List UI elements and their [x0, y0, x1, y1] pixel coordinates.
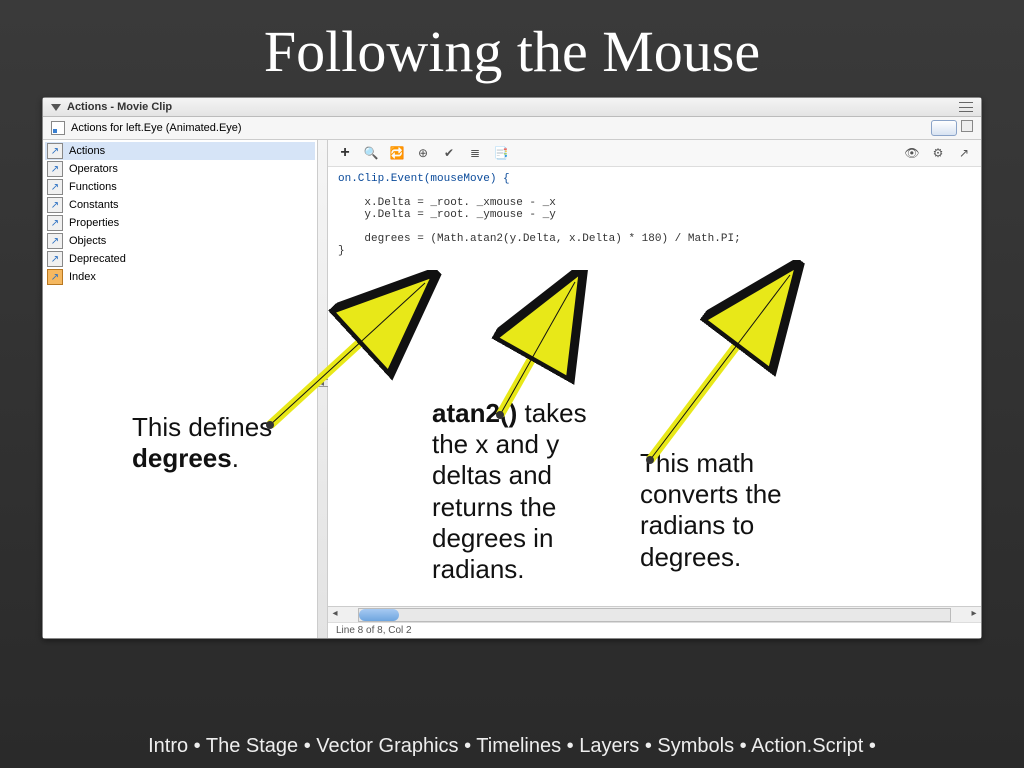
script-toolbar: + 🔍 🔁 ⊕ ✔ ≣ 📑 👁 ⚙ ↗ [328, 140, 981, 167]
book-icon: ↗ [47, 233, 63, 249]
annotation-convert: This math converts the radians to degree… [640, 448, 830, 573]
insert-target-icon[interactable]: ⊕ [414, 144, 432, 162]
status-bar: Line 8 of 8, Col 2 [328, 622, 981, 638]
annotation-defines-degrees: This defines degrees. [132, 412, 302, 474]
book-icon: ↗ [47, 161, 63, 177]
category-label: Objects [69, 235, 106, 247]
reference-icon[interactable]: 📑 [492, 144, 510, 162]
pin-script-icon[interactable] [961, 120, 973, 132]
category-operators[interactable]: ↗ Operators [45, 160, 315, 178]
category-label: Index [69, 271, 96, 283]
actions-toolbox: ↗ Actions ↗ Operators ↗ Functions ↗ Cons… [43, 140, 328, 638]
index-icon: ↗ [47, 269, 63, 285]
annotation-atan2: atan2() takes the x and y deltas and ret… [432, 398, 602, 585]
add-action-button[interactable]: + [336, 144, 354, 162]
slide-title: Following the Mouse [0, 0, 1024, 97]
category-index[interactable]: ↗ Index [45, 268, 315, 286]
book-icon: ↗ [47, 251, 63, 267]
category-label: Functions [69, 181, 117, 193]
view-options-icon[interactable]: 👁 [903, 144, 921, 162]
code-line: } [338, 245, 345, 257]
category-properties[interactable]: ↗ Properties [45, 214, 315, 232]
debug-options-icon[interactable]: ⚙ [929, 144, 947, 162]
category-label: Operators [69, 163, 118, 175]
code-line: on.Clip.Event(mouseMove) { [338, 173, 510, 185]
code-line: y.Delta = _root. _ymouse - _y [338, 209, 556, 221]
panel-menu-icon[interactable] [959, 102, 973, 112]
replace-icon[interactable]: 🔁 [388, 144, 406, 162]
target-dropdown[interactable] [931, 120, 957, 136]
expert-mode-icon[interactable]: ↗ [955, 144, 973, 162]
code-line: x.Delta = _root. _xmouse - _x [338, 197, 556, 209]
panel-title: Actions - Movie Clip [67, 101, 172, 113]
category-label: Deprecated [69, 253, 126, 265]
footer-breadcrumb: Intro • The Stage • Vector Graphics • Ti… [0, 735, 1024, 758]
panel-splitter[interactable]: ◂ [317, 140, 327, 638]
book-icon: ↗ [47, 179, 63, 195]
category-objects[interactable]: ↗ Objects [45, 232, 315, 250]
category-deprecated[interactable]: ↗ Deprecated [45, 250, 315, 268]
scroll-right-icon[interactable]: ▸ [967, 608, 981, 622]
check-syntax-icon[interactable]: ✔ [440, 144, 458, 162]
category-functions[interactable]: ↗ Functions [45, 178, 315, 196]
horizontal-scrollbar[interactable]: ◂ ▸ [328, 606, 981, 622]
category-label: Actions [69, 145, 105, 157]
script-doc-icon [51, 121, 65, 135]
scroll-thumb[interactable] [359, 609, 399, 621]
scroll-left-icon[interactable]: ◂ [328, 608, 342, 622]
category-label: Properties [69, 217, 119, 229]
auto-format-icon[interactable]: ≣ [466, 144, 484, 162]
panel-subheader-bar: Actions for left.Eye (Animated.Eye) [43, 117, 981, 140]
book-icon: ↗ [47, 197, 63, 213]
collapse-triangle-icon[interactable] [51, 104, 61, 111]
code-line: degrees = (Math.atan2(y.Delta, x.Delta) … [338, 233, 741, 245]
category-actions[interactable]: ↗ Actions [45, 142, 315, 160]
category-list: ↗ Actions ↗ Operators ↗ Functions ↗ Cons… [43, 140, 317, 638]
book-icon: ↗ [47, 143, 63, 159]
book-icon: ↗ [47, 215, 63, 231]
category-constants[interactable]: ↗ Constants [45, 196, 315, 214]
category-label: Constants [69, 199, 119, 211]
script-target-label: Actions for left.Eye (Animated.Eye) [71, 122, 242, 134]
panel-title-bar[interactable]: Actions - Movie Clip [43, 98, 981, 117]
find-icon[interactable]: 🔍 [362, 144, 380, 162]
